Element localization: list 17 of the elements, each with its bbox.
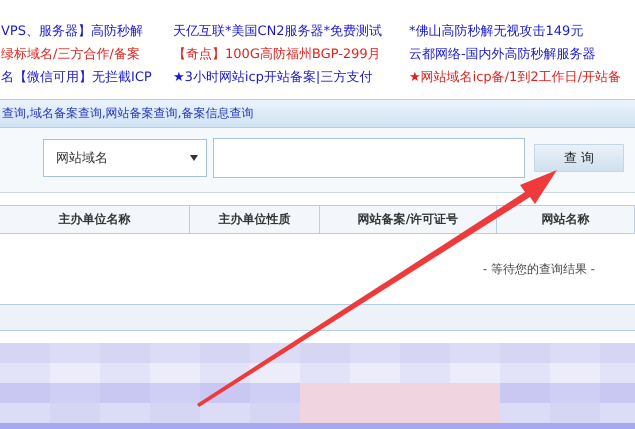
search-button[interactable]: 查 询 <box>534 144 624 172</box>
header-title: 查询,域名备案查询,网站备案查询,备案信息查询 <box>2 105 254 122</box>
type-select[interactable]: 网站域名 <box>43 139 207 177</box>
empty-message: - 等待您的查询结果 - <box>482 260 595 278</box>
caret-icon <box>190 155 198 161</box>
ad-link[interactable]: 【奇点】100G高防福州BGP-299月 <box>172 46 408 64</box>
search-field[interactable] <box>213 138 525 178</box>
ad-link[interactable]: ★3小时网站icp开站备案|三方支付 <box>172 69 408 87</box>
ad-link[interactable]: 天亿互联*美国CN2服务器*免费测试 <box>172 23 408 41</box>
column-header: 主办单位名称 <box>0 206 190 233</box>
ad-link[interactable]: 绿标域名/三方合作/备案 <box>0 46 172 64</box>
ad-link[interactable]: 云都网络-国内外高防秒解服务器 <box>408 46 635 64</box>
ad-link[interactable]: *佛山高防秒解无视攻击149元 <box>408 23 635 41</box>
ad-link[interactable]: ★网站域名icp备/1到2工作日/开站备 <box>408 69 635 87</box>
column-header: 主办单位性质 <box>190 206 320 233</box>
ad-link[interactable]: 名【微信可用】无拦截ICP <box>0 69 172 87</box>
ad-link[interactable]: VPS、服务器】高防秒解 <box>0 23 172 41</box>
